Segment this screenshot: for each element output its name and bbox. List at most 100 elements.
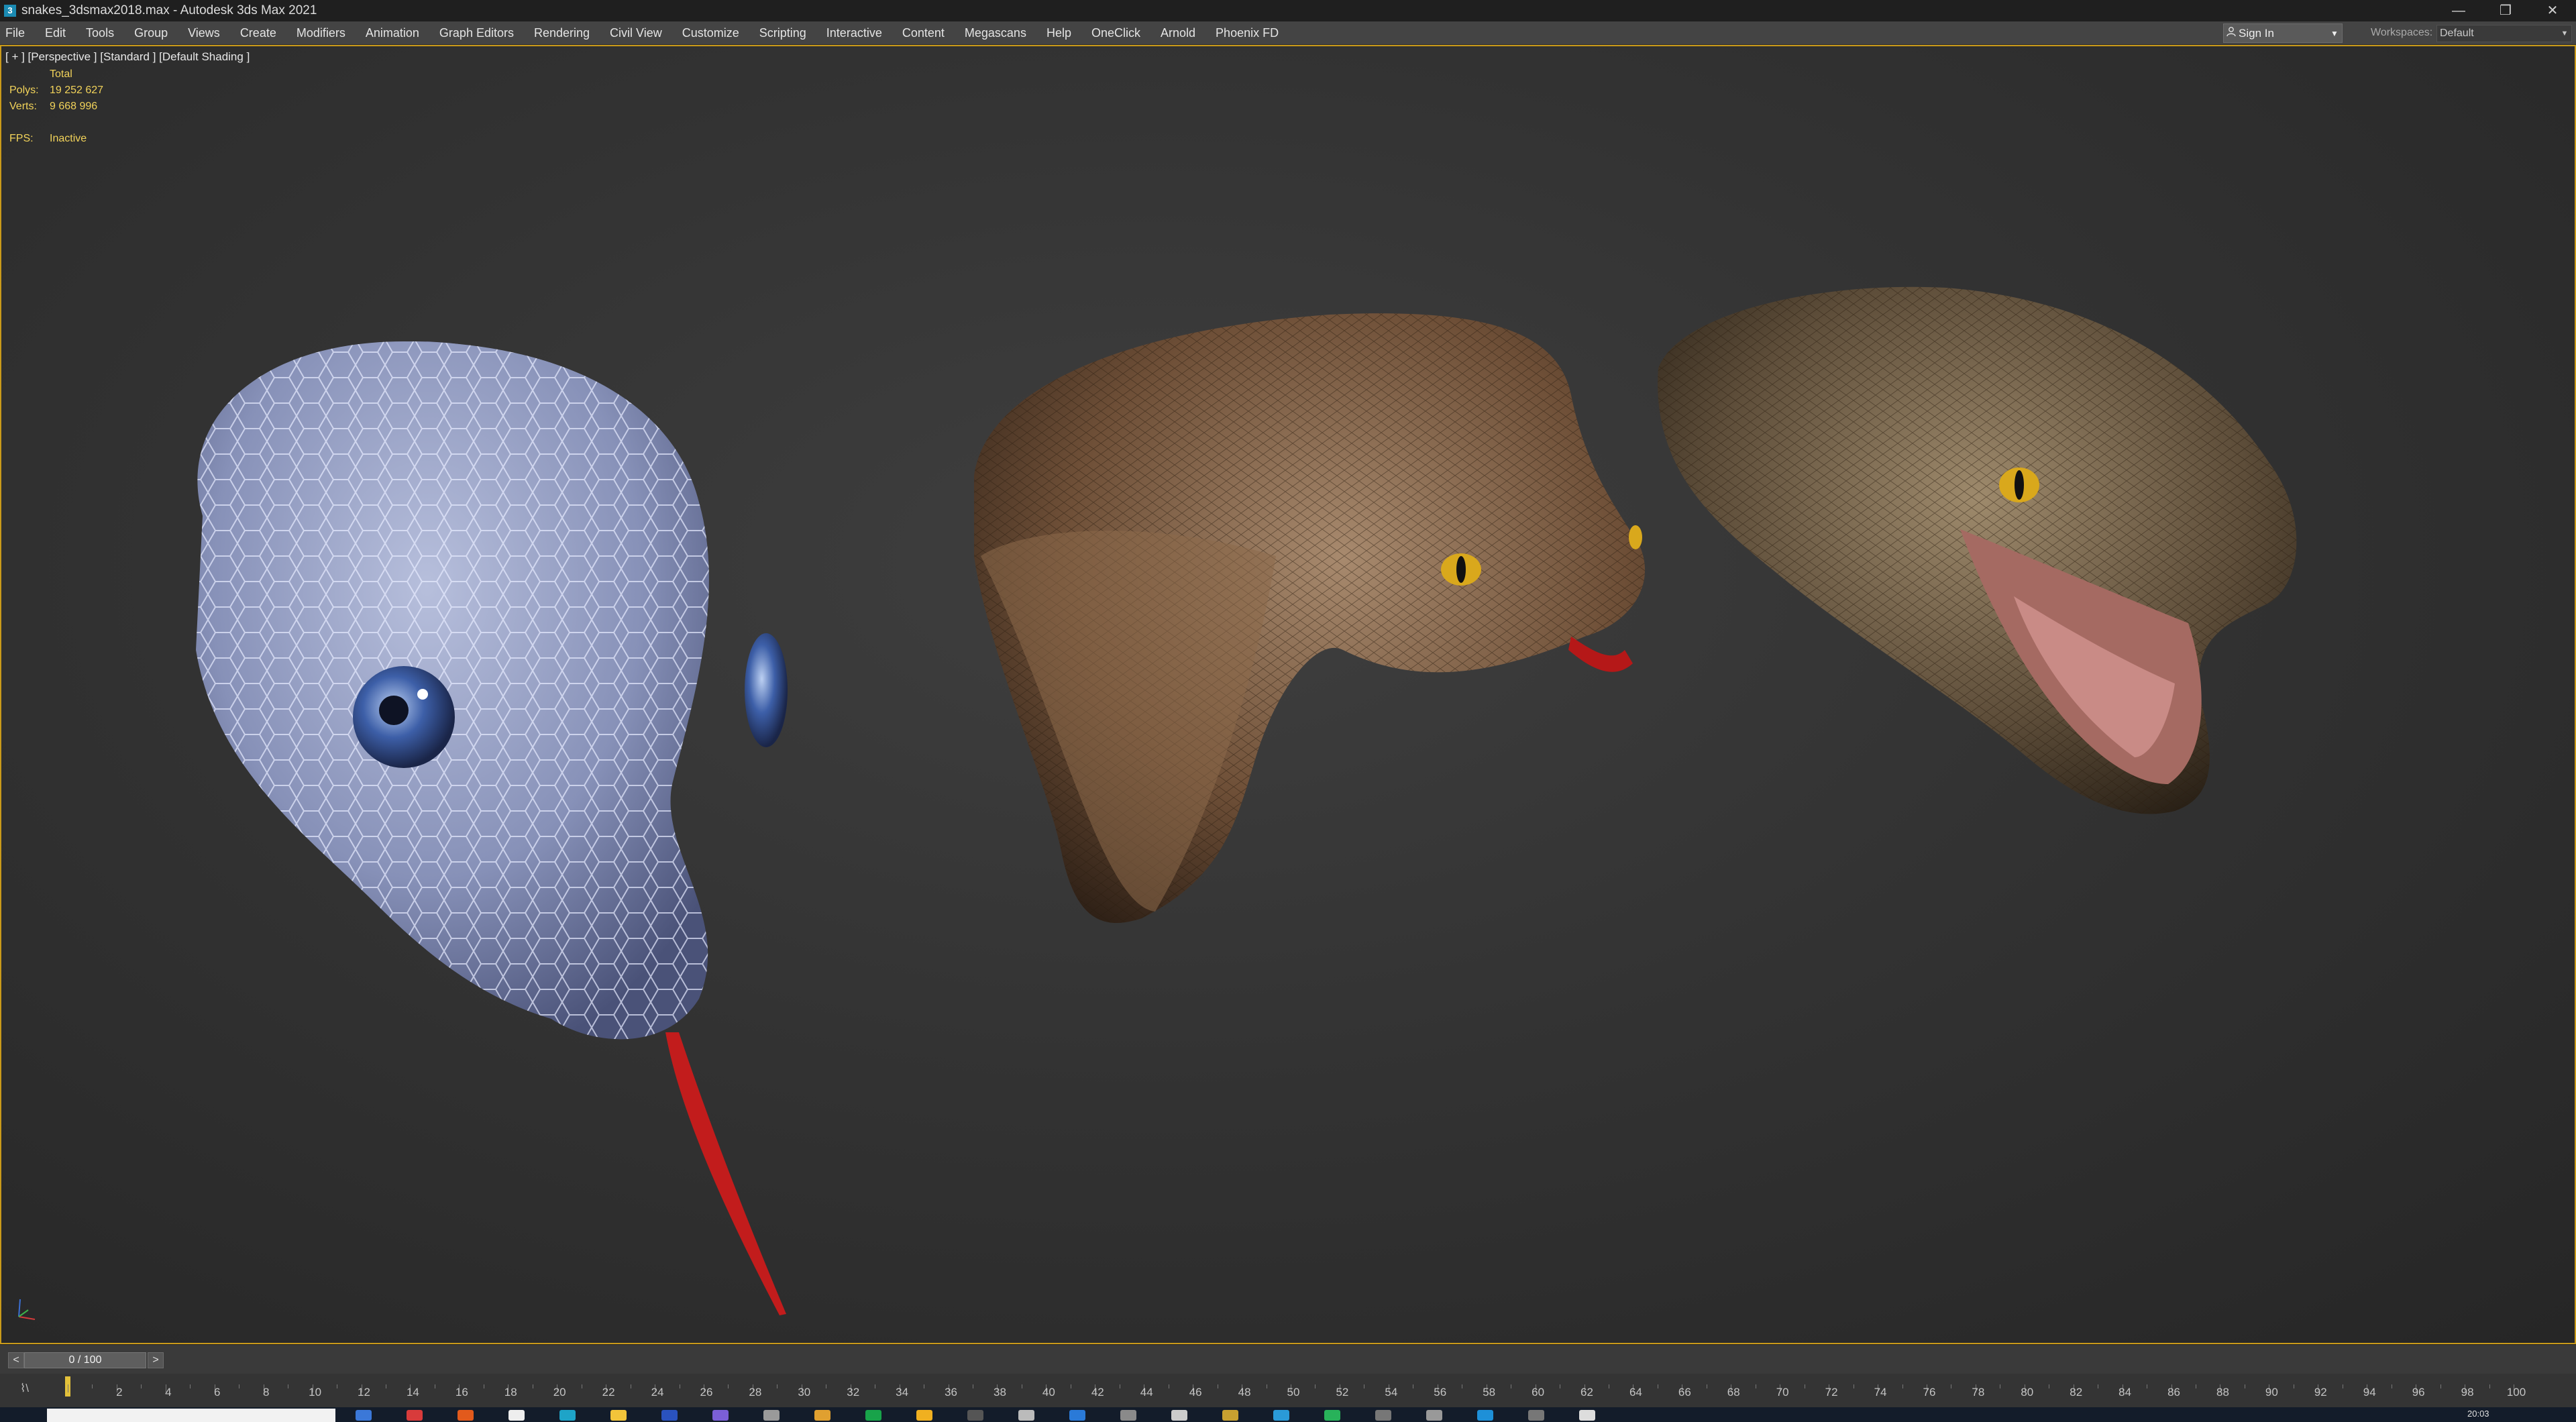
frame-tick-label: 76 (1923, 1386, 1936, 1399)
fps-value: Inactive (50, 133, 87, 144)
frame-tick (1902, 1384, 1903, 1388)
taskbar-app-icon[interactable] (865, 1410, 881, 1421)
user-icon (2224, 26, 2239, 40)
sign-in-dropdown[interactable]: Sign In ▼ (2223, 23, 2343, 43)
menu-rendering[interactable]: Rendering (534, 26, 590, 40)
menu-group[interactable]: Group (134, 26, 168, 40)
menu-phoenix-fd[interactable]: Phoenix FD (1216, 26, 1279, 40)
fps-label: FPS: (9, 133, 34, 144)
menu-content[interactable]: Content (902, 26, 945, 40)
frame-tick-label: 48 (1238, 1386, 1251, 1399)
frame-tick (728, 1384, 729, 1388)
menu-animation[interactable]: Animation (366, 26, 419, 40)
menu-interactive[interactable]: Interactive (826, 26, 882, 40)
taskbar-app-icon[interactable] (1273, 1410, 1289, 1421)
chevron-down-icon: ▼ (2561, 30, 2569, 38)
workspace-select[interactable]: Default ▼ (2436, 25, 2572, 42)
maximize-button[interactable]: ❐ (2482, 0, 2529, 21)
menu-civil-view[interactable]: Civil View (610, 26, 662, 40)
taskbar-app-icon[interactable] (1426, 1410, 1442, 1421)
time-slider-bar: < 0 / 100 > (0, 1344, 2576, 1374)
frame-tick (141, 1384, 142, 1388)
frame-tick-label: 94 (2363, 1386, 2376, 1399)
frame-tick-label: 18 (504, 1386, 517, 1399)
snake-blue-model (196, 341, 788, 1315)
taskbar-app-icon[interactable] (1375, 1410, 1391, 1421)
polys-label: Polys: (9, 85, 39, 96)
taskbar-app-icon[interactable] (1477, 1410, 1493, 1421)
taskbar-app-icon[interactable] (1018, 1410, 1034, 1421)
frame-tick-label: 28 (749, 1386, 762, 1399)
menu-tools[interactable]: Tools (86, 26, 114, 40)
trackbar[interactable]: ⌇\ 2 4 6 8 10 12 14 16 18 20 22 24 26 28 30 32 34 36 38 40 4… (0, 1374, 2576, 1407)
frame-tick-label: 78 (1972, 1386, 1985, 1399)
frame-tick-label: 92 (2314, 1386, 2327, 1399)
close-button[interactable]: ✕ (2529, 0, 2576, 21)
frame-tick-label: 26 (700, 1386, 713, 1399)
axis-gizmo-icon (18, 1299, 36, 1320)
frame-tick-label: 44 (1140, 1386, 1153, 1399)
frame-tick-label: 14 (406, 1386, 419, 1399)
frame-tick-label: 60 (1532, 1386, 1545, 1399)
taskbar-app-icon[interactable] (763, 1410, 780, 1421)
next-frame-button[interactable]: > (148, 1352, 164, 1368)
menu-arnold[interactable]: Arnold (1161, 26, 1195, 40)
taskbar-search-input[interactable] (47, 1409, 335, 1422)
frame-tick-label: 74 (1874, 1386, 1887, 1399)
taskbar-app-icon[interactable] (559, 1410, 576, 1421)
menu-views[interactable]: Views (188, 26, 220, 40)
taskbar-clock: 20:03 (2467, 1409, 2489, 1419)
menu-scripting[interactable]: Scripting (759, 26, 806, 40)
sign-in-label: Sign In (2239, 26, 2274, 40)
taskbar-app-icon[interactable] (1579, 1410, 1595, 1421)
taskbar-app-icon[interactable] (1324, 1410, 1340, 1421)
frame-tick-label: 36 (945, 1386, 958, 1399)
menu-edit[interactable]: Edit (45, 26, 66, 40)
taskbar-app-icon[interactable] (1120, 1410, 1136, 1421)
previous-frame-button[interactable]: < (8, 1352, 24, 1368)
frame-tick-label: 96 (2412, 1386, 2425, 1399)
taskbar-app-icon[interactable] (508, 1410, 525, 1421)
viewport-label[interactable]: [ + ] [Perspective ] [Standard ] [Defaul… (5, 50, 250, 64)
taskbar-app-icon[interactable] (1171, 1410, 1187, 1421)
frame-tick-label: 42 (1091, 1386, 1104, 1399)
taskbar-app-icon[interactable] (356, 1410, 372, 1421)
menu-file[interactable]: File (5, 26, 25, 40)
menu-help[interactable]: Help (1046, 26, 1071, 40)
menu-megascans[interactable]: Megascans (965, 26, 1026, 40)
menu-items: File Edit Tools Group Views Create Modifiers An… (5, 21, 1299, 44)
perspective-viewport[interactable]: [ + ] [Perspective ] [Standard ] [Defaul… (0, 45, 2576, 1344)
taskbar-app-icon[interactable] (458, 1410, 474, 1421)
frame-tick-label: 50 (1287, 1386, 1300, 1399)
menu-oneclick[interactable]: OneClick (1091, 26, 1140, 40)
frame-tick-label: 84 (2118, 1386, 2132, 1399)
title-bar: 3 snakes_3dsmax2018.max - Autodesk 3ds M… (0, 0, 2576, 21)
frame-tick-label: 70 (1776, 1386, 1789, 1399)
taskbar-app-icon[interactable] (1222, 1410, 1238, 1421)
frame-tick-label: 46 (1189, 1386, 1202, 1399)
taskbar-app-icon[interactable] (407, 1410, 423, 1421)
taskbar-app-icon[interactable] (967, 1410, 983, 1421)
frame-tick-label: 8 (262, 1386, 270, 1399)
taskbar-app-icon[interactable] (1069, 1410, 1085, 1421)
taskbar-app-icon[interactable] (661, 1410, 678, 1421)
time-slider[interactable]: 0 / 100 (24, 1352, 146, 1368)
frame-tick-label: 34 (896, 1386, 909, 1399)
menu-create[interactable]: Create (240, 26, 276, 40)
frame-tick-label: 22 (602, 1386, 615, 1399)
taskbar-app-icon[interactable] (916, 1410, 932, 1421)
menu-graph-editors[interactable]: Graph Editors (439, 26, 514, 40)
frame-tick-label: 12 (358, 1386, 370, 1399)
taskbar-app-icon[interactable] (712, 1410, 729, 1421)
menu-modifiers[interactable]: Modifiers (297, 26, 345, 40)
taskbar-app-icon[interactable] (1528, 1410, 1544, 1421)
snake-python-model (1658, 286, 2297, 814)
menu-customize[interactable]: Customize (682, 26, 739, 40)
frame-tick-label: 20 (553, 1386, 566, 1399)
curve-editor-icon[interactable]: ⌇\ (20, 1382, 43, 1398)
chevron-down-icon: ▼ (2330, 28, 2339, 38)
snake-cobra-model (974, 313, 1646, 923)
taskbar-app-icon[interactable] (610, 1410, 627, 1421)
taskbar-app-icon[interactable] (814, 1410, 830, 1421)
minimize-button[interactable]: — (2435, 0, 2482, 21)
